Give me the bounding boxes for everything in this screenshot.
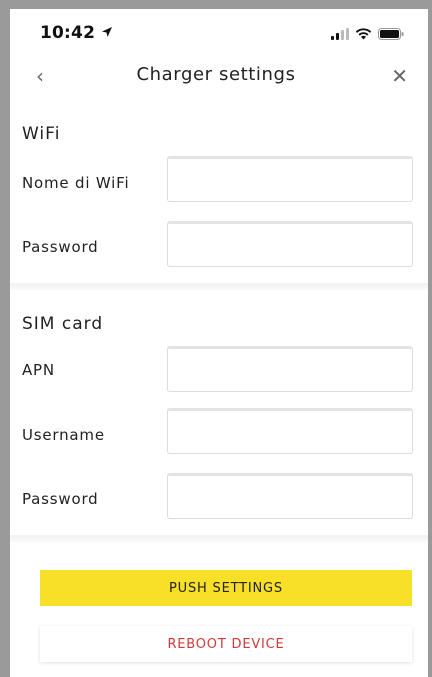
push-settings-button[interactable]: PUSH SETTINGS xyxy=(40,570,412,606)
signal-icon xyxy=(331,25,349,44)
page-title: Charger settings xyxy=(136,64,296,85)
section-divider xyxy=(10,535,428,542)
reboot-device-label: REBOOT DEVICE xyxy=(167,636,285,652)
window-frame-top xyxy=(0,0,432,9)
wifi-icon xyxy=(355,25,372,44)
location-arrow-icon xyxy=(101,23,113,43)
wifi-name-label: Nome di WiFi xyxy=(22,174,130,192)
wifi-name-input[interactable] xyxy=(167,156,413,202)
reboot-device-button[interactable]: REBOOT DEVICE xyxy=(40,626,412,662)
sim-username-label: Username xyxy=(22,426,105,444)
sim-section-title: SIM card xyxy=(22,314,104,334)
wifi-password-label: Password xyxy=(22,238,99,256)
apn-label: APN xyxy=(22,361,55,379)
window-frame-left xyxy=(0,0,10,677)
close-icon[interactable]: ✕ xyxy=(391,64,408,88)
battery-icon xyxy=(378,25,404,44)
push-settings-label: PUSH SETTINGS xyxy=(169,580,283,596)
sim-password-input[interactable] xyxy=(167,473,413,519)
sim-username-input[interactable] xyxy=(167,408,413,454)
wifi-password-input[interactable] xyxy=(167,221,413,267)
window-frame-right xyxy=(428,0,432,677)
wifi-section-title: WiFi xyxy=(22,124,61,144)
status-icons xyxy=(331,25,404,44)
section-divider xyxy=(10,283,428,290)
status-time-text: 10:42 xyxy=(40,23,96,43)
apn-input[interactable] xyxy=(167,346,413,392)
status-time: 10:42 xyxy=(40,23,113,43)
sim-password-label: Password xyxy=(22,490,99,508)
